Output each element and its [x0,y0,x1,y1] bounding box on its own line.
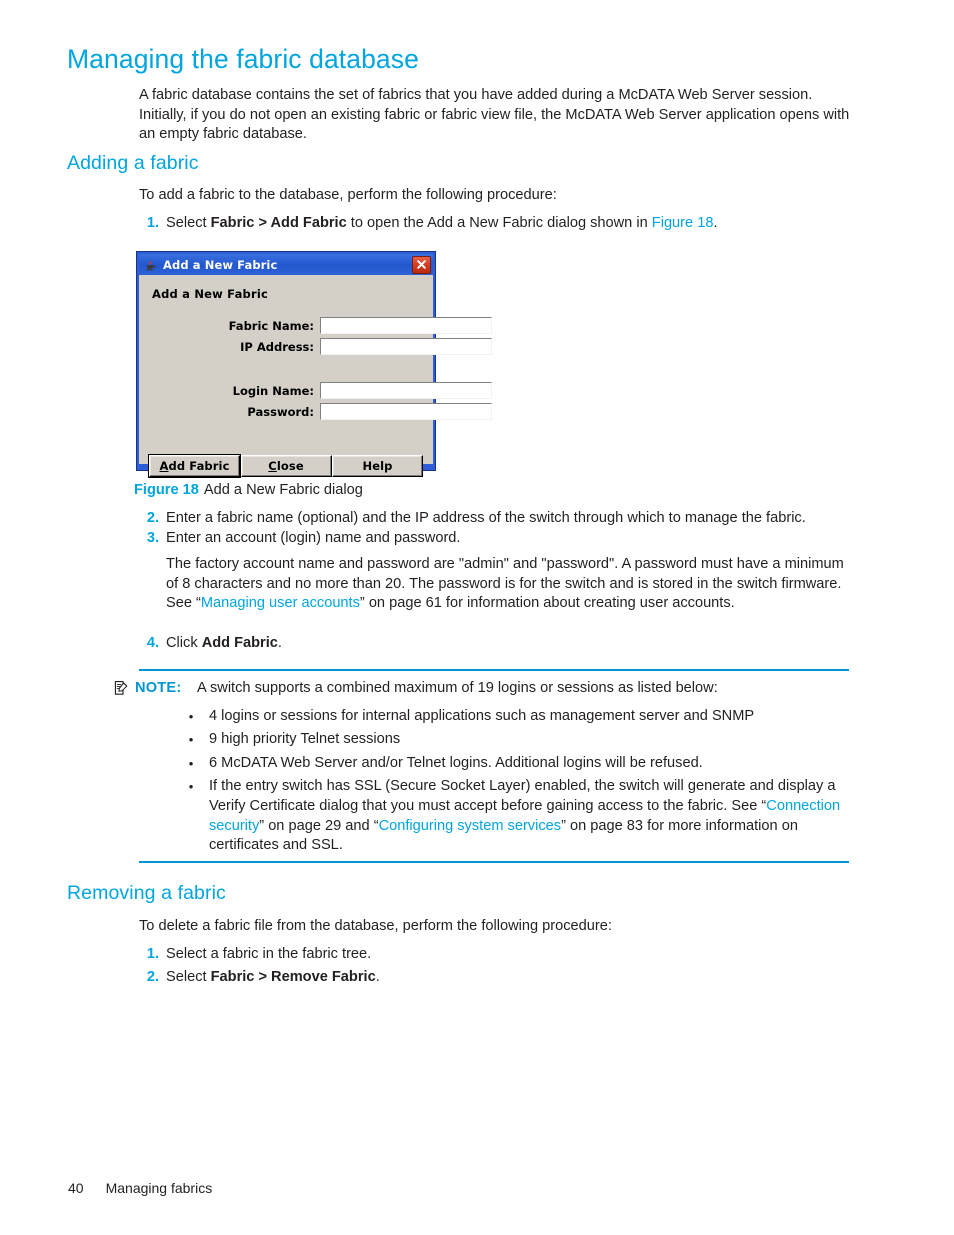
bullet-icon: • [188,779,194,795]
rstep2-pre: Select [166,969,211,985]
step-text: Enter an account (login) name and passwo… [166,530,461,546]
list-item: • 9 high priority Telnet sessions [185,730,853,750]
step-text: Select Fabric > Remove Fabric. [166,968,839,988]
bullet-text: 9 high priority Telnet sessions [209,731,401,748]
step-text: Select a fabric in the fabric tree. [166,946,372,962]
figure-label: Figure 18 [134,482,199,498]
managing-user-accounts-link[interactable]: Managing user accounts [201,595,360,611]
last-bullet-mid: ” on page 29 and “ [259,817,379,834]
add-fabric-mnemonic: A [159,459,169,473]
dialog-title: Add a New Fabric [163,257,278,272]
step-1: 1. Select Fabric > Add Fabric to open th… [139,214,839,234]
field-row-fabric-name: Fabric Name: [139,317,492,335]
step-text: Click Add Fabric. [166,634,839,654]
java-coffee-cup-icon [146,261,156,271]
menu-path-bold: Fabric > Add Fabric [210,215,347,231]
add-fabric-bold: Add Fabric [201,635,278,651]
note-bullet-list: • 4 logins or sessions for internal appl… [185,707,853,856]
bullet-text: If the entry switch has SSL (Secure Sock… [209,777,853,855]
login-name-input[interactable] [320,382,492,399]
figure-caption: Figure 18 Add a New Fabric dialog [134,481,363,500]
note-pencil-icon [114,681,128,695]
close-label: lose [276,459,304,473]
login-name-label: Login Name: [232,384,314,398]
bullet-icon: • [188,708,194,724]
step-4: 4. Click Add Fabric. [139,634,839,654]
section-heading-removing-a-fabric: Removing a fabric [67,882,226,904]
figure-reference-link[interactable]: Figure 18 [652,215,714,231]
step-number: 3. [146,530,159,546]
page-title: Managing the fabric database [67,44,419,74]
page-footer: 40 Managing fabrics [68,1180,212,1196]
adding-lead-text: To add a fabric to the database, perform… [139,187,557,203]
dialog-body: Add a New Fabric Fabric Name: IP Address… [139,275,492,477]
fabric-name-input[interactable] [320,317,492,334]
step-2: 2. Enter a fabric name (optional) and th… [139,509,851,529]
add-fabric-button[interactable]: Add Fabric [149,455,240,477]
step3-body-post: ” on page 61 for information about creat… [359,595,735,612]
step-number: 2. [146,969,159,985]
step-3: 3. Enter an account (login) name and pas… [139,529,839,549]
password-input[interactable] [320,403,492,420]
footer-chapter: Managing fabrics [105,1180,213,1196]
bullet-text: 6 McDATA Web Server and/or Telnet logins… [209,754,703,771]
fabric-name-label: Fabric Name: [228,319,314,333]
list-item: • 6 McDATA Web Server and/or Telnet logi… [185,754,853,774]
note-rule-top [139,669,849,671]
list-item: • 4 logins or sessions for internal appl… [185,707,853,727]
rstep2-post: . [375,969,380,985]
note-text: A switch supports a combined maximum of … [197,680,718,696]
help-label: Help [362,459,393,473]
removing-step-1: 1. Select a fabric in the fabric tree. [139,945,839,965]
removing-lead-text: To delete a fabric file from the databas… [139,918,612,934]
section-heading-adding-a-fabric: Adding a fabric [67,152,199,174]
step-number: 1. [146,946,159,962]
add-fabric-label: dd Fabric [168,459,230,473]
note-block: NOTE: A switch supports a combined maxim… [113,679,853,860]
remove-fabric-bold: Fabric > Remove Fabric [210,969,376,985]
close-button[interactable]: Close [240,455,332,477]
step-number: 4. [146,635,159,651]
document-page: Managing the fabric database A fabric da… [0,0,954,1235]
close-mnemonic: C [268,459,277,473]
list-item: • If the entry switch has SSL (Secure So… [185,777,853,855]
figure-caption-text: Add a New Fabric dialog [203,482,363,498]
close-x-glyph [417,260,426,269]
step-pre: Select [166,215,211,231]
intro-paragraph: A fabric database contains the set of fa… [139,87,850,143]
step4-pre: Click [166,635,202,651]
step-text: Enter a fabric name (optional) and the I… [166,510,806,526]
removing-step-2: 2. Select Fabric > Remove Fabric. [139,968,839,988]
step-number: 1. [146,215,159,231]
step-3-body-text: The factory account name and password ar… [166,555,851,614]
dialog-section-title: Add a New Fabric [152,287,268,301]
note-rule-bottom [139,861,849,863]
bullet-text: 4 logins or sessions for internal applic… [209,707,755,724]
step-mid: to open the Add a New Fabric dialog show… [346,215,652,231]
ip-address-input[interactable] [320,338,492,355]
dialog-button-row: Add Fabric Close Help [149,455,423,477]
dialog-titlebar: Add a New Fabric [139,254,433,275]
footer-page-number: 40 [68,1180,84,1196]
note-label: NOTE: [135,680,182,696]
note-header-row: NOTE: A switch supports a combined maxim… [113,679,853,699]
step-number: 2. [146,510,159,526]
help-button[interactable]: Help [332,455,423,477]
step-text: Select Fabric > Add Fabric to open the A… [166,214,839,234]
configuring-system-services-link[interactable]: Configuring system services [379,818,562,834]
last-bullet-pre: If the entry switch has SSL (Secure Sock… [209,778,836,814]
field-row-password: Password: [139,403,492,421]
bullet-icon: • [188,755,194,771]
field-row-login-name: Login Name: [139,382,492,400]
close-icon[interactable] [412,255,431,274]
step4-post: . [277,635,282,651]
ip-address-label: IP Address: [240,340,314,354]
bullet-icon: • [188,732,194,748]
step-post: . [713,215,718,231]
field-row-ip-address: IP Address: [139,338,492,356]
add-a-new-fabric-dialog: Add a New Fabric Add a New Fabric Fabric… [136,251,492,477]
password-label: Password: [247,405,314,419]
